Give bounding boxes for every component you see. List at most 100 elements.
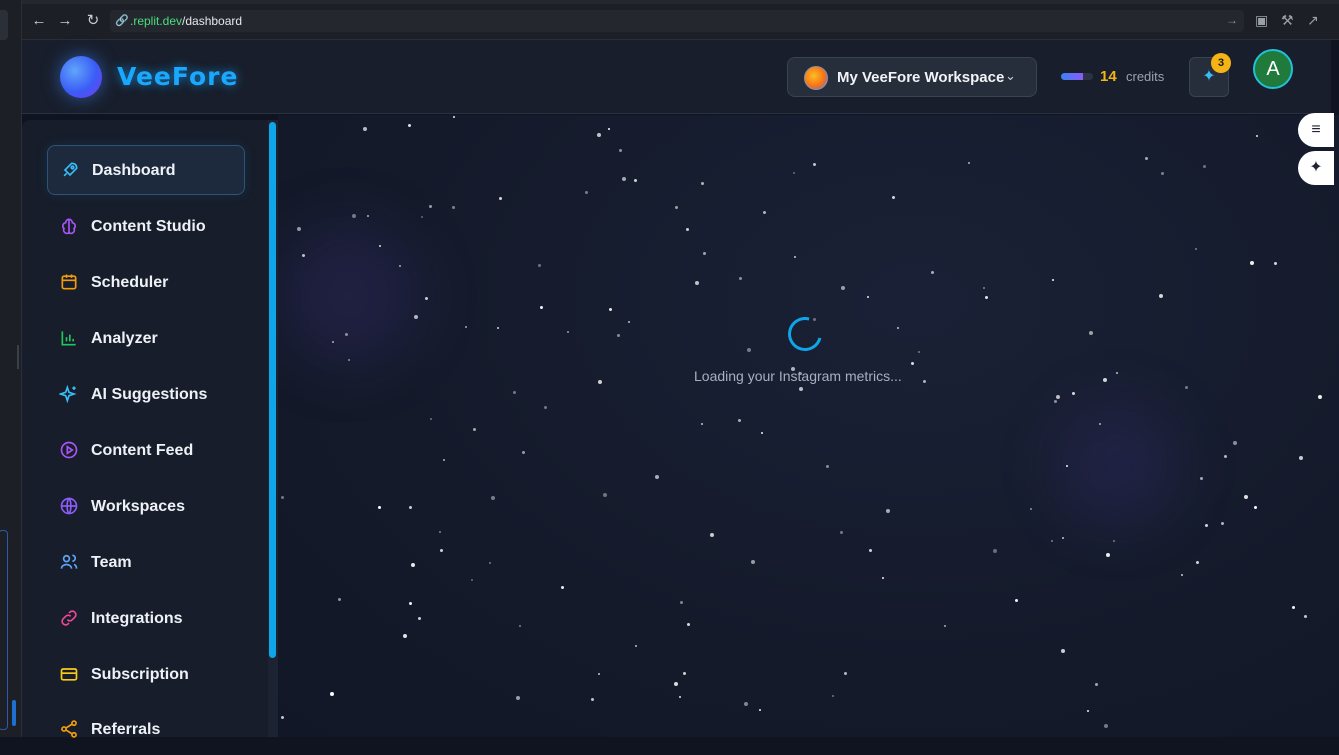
sidebar-item-analyzer[interactable]: Analyzer xyxy=(47,314,245,364)
sidebar-item-referrals[interactable]: Referrals xyxy=(47,705,245,755)
star xyxy=(471,579,473,581)
sidebar-item-subscription[interactable]: Subscription xyxy=(47,650,245,700)
star xyxy=(675,206,678,209)
star xyxy=(513,391,516,394)
star xyxy=(1250,261,1254,265)
star xyxy=(993,549,997,553)
sidebar-item-content-feed[interactable]: Content Feed xyxy=(47,426,245,476)
user-avatar[interactable]: A xyxy=(1253,49,1293,89)
star xyxy=(338,598,341,601)
star xyxy=(497,327,499,329)
star xyxy=(841,286,845,290)
star xyxy=(540,306,543,309)
go-arrow-icon[interactable]: → xyxy=(1226,13,1238,27)
star xyxy=(1113,540,1115,542)
monitor-icon[interactable]: ▣ xyxy=(1255,12,1268,29)
quote-list-icon[interactable]: ≡ xyxy=(1298,113,1334,147)
star xyxy=(695,281,699,285)
credits-bar-fill xyxy=(1061,73,1084,80)
side-tab-chip[interactable] xyxy=(0,10,8,40)
star xyxy=(345,333,348,336)
star xyxy=(453,116,455,118)
star xyxy=(608,128,610,130)
sidebar-scrollbar-thumb[interactable] xyxy=(269,122,276,658)
star xyxy=(1159,294,1163,298)
star xyxy=(1185,386,1188,389)
star xyxy=(561,586,564,589)
star xyxy=(414,315,418,319)
star xyxy=(367,215,369,217)
star xyxy=(363,127,367,131)
address-bar[interactable]: 🔗 .replit.dev/dashboard → xyxy=(110,10,1244,32)
wrench-icon[interactable]: ⚒ xyxy=(1281,12,1294,29)
credit-card-icon xyxy=(59,664,79,684)
link-icon: 🔗 xyxy=(115,15,129,27)
star xyxy=(622,177,626,181)
star xyxy=(1205,524,1208,527)
star xyxy=(840,531,843,534)
star xyxy=(409,506,412,509)
star xyxy=(378,506,381,509)
users-icon xyxy=(59,552,79,572)
star xyxy=(418,617,421,620)
star xyxy=(619,149,622,152)
star xyxy=(348,359,350,361)
back-icon[interactable]: ← xyxy=(30,12,48,30)
sidebar-item-workspaces[interactable]: Workspaces xyxy=(47,482,245,532)
star xyxy=(759,709,761,711)
sidebar-item-dashboard[interactable]: Dashboard xyxy=(47,145,245,195)
star xyxy=(983,287,985,289)
star xyxy=(747,348,751,352)
sidebar: Dashboard Content Studio Scheduler Analyzer… xyxy=(22,120,278,738)
sidebar-item-content-studio[interactable]: Content Studio xyxy=(47,202,245,252)
credits-value: 14 xyxy=(1100,68,1117,85)
star xyxy=(598,380,602,384)
star xyxy=(1106,553,1110,557)
sidebar-item-scheduler[interactable]: Scheduler xyxy=(47,258,245,308)
star xyxy=(701,182,704,185)
sidebar-item-label: Analyzer xyxy=(91,330,158,347)
star xyxy=(302,254,305,257)
star xyxy=(679,696,681,698)
background-glow xyxy=(1058,405,1178,525)
star xyxy=(1221,522,1224,525)
star xyxy=(794,256,796,258)
reload-icon[interactable]: ↻ xyxy=(84,12,102,30)
star xyxy=(1116,372,1118,374)
star xyxy=(897,327,899,329)
star xyxy=(763,211,766,214)
workspace-switcher-button[interactable]: My VeeFore Workspace ⌄ xyxy=(787,57,1037,97)
star xyxy=(430,418,432,420)
sidebar-item-label: Referrals xyxy=(91,721,161,738)
star xyxy=(867,296,869,298)
open-external-icon[interactable]: ↗ xyxy=(1307,12,1319,29)
star xyxy=(609,308,612,311)
sidebar-item-label: Integrations xyxy=(91,610,183,627)
sidebar-item-team[interactable]: Team xyxy=(47,538,245,588)
star xyxy=(1274,262,1277,265)
star xyxy=(538,264,541,267)
chevron-down-icon: ⌄ xyxy=(1005,68,1016,83)
forward-icon[interactable]: → xyxy=(56,12,74,30)
brain-icon xyxy=(59,216,79,236)
star xyxy=(701,423,703,425)
star xyxy=(598,673,600,675)
sidebar-item-integrations[interactable]: Integrations xyxy=(47,594,245,644)
star xyxy=(1051,540,1053,542)
sidebar-item-ai-suggestions[interactable]: AI Suggestions xyxy=(47,370,245,420)
sparkle-icon[interactable]: ✦ xyxy=(1298,151,1334,185)
side-panel-outline xyxy=(0,530,8,730)
star xyxy=(985,296,988,299)
logo-text[interactable]: VeeFore xyxy=(117,62,238,91)
resize-grip[interactable] xyxy=(17,345,19,369)
loading-spinner xyxy=(781,310,829,358)
background-glow xyxy=(278,225,418,365)
play-circle-icon xyxy=(59,440,79,460)
star xyxy=(421,216,423,218)
tab-strip xyxy=(22,0,1339,4)
star xyxy=(832,695,834,697)
sidebar-item-label: Content Studio xyxy=(91,218,206,235)
star xyxy=(703,252,706,255)
star xyxy=(628,321,630,323)
star xyxy=(1304,615,1307,618)
